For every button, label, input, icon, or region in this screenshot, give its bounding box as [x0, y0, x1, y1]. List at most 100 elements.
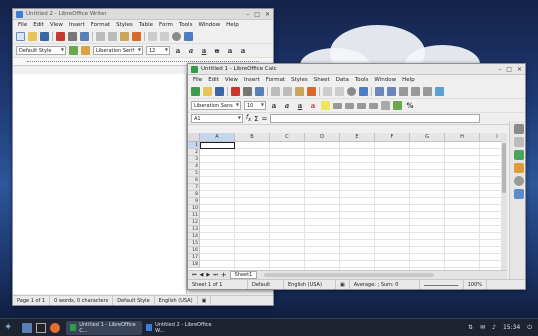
writer-menu-view[interactable]: View — [47, 22, 66, 28]
export-pdf-icon[interactable] — [56, 32, 65, 41]
sort-descending-icon[interactable] — [423, 87, 432, 96]
sum-icon[interactable]: Σ — [254, 115, 258, 123]
bold-icon[interactable]: a — [173, 46, 183, 55]
column-header-i[interactable]: I — [480, 133, 501, 142]
insert-mode-icon[interactable]: ▣ — [198, 296, 212, 305]
function-wizard-icon[interactable]: fx — [246, 114, 251, 123]
close-icon[interactable]: ✕ — [265, 11, 270, 18]
paste-icon[interactable] — [295, 87, 304, 96]
spellcheck-icon[interactable] — [359, 87, 368, 96]
print-icon[interactable] — [68, 32, 77, 41]
terminal-icon[interactable] — [36, 322, 46, 333]
export-pdf-icon[interactable] — [231, 87, 240, 96]
calc-menu-format[interactable]: Format — [263, 77, 288, 83]
spellcheck-icon[interactable] — [184, 32, 193, 41]
writer-menu-file[interactable]: File — [15, 22, 30, 28]
row-header-16[interactable]: 16 — [188, 247, 200, 254]
bold-icon[interactable]: a — [269, 101, 279, 110]
subscript-icon[interactable]: a — [238, 46, 248, 55]
functions-icon[interactable] — [513, 189, 524, 199]
volume-icon[interactable]: ♪ — [492, 324, 496, 331]
active-cell[interactable] — [200, 142, 235, 149]
row-header-9[interactable]: 9 — [188, 198, 200, 205]
row-header-7[interactable]: 7 — [188, 184, 200, 191]
writer-menu-window[interactable]: Window — [195, 22, 223, 28]
save-icon[interactable] — [215, 87, 224, 96]
copy-icon[interactable] — [283, 87, 292, 96]
align-center-icon[interactable] — [345, 102, 354, 109]
calc-menu-data[interactable]: Data — [333, 77, 352, 83]
print-preview-icon[interactable] — [255, 87, 264, 96]
align-left-icon[interactable] — [333, 102, 342, 109]
vertical-scrollbar[interactable] — [501, 133, 507, 270]
mail-icon[interactable]: ✉ — [480, 324, 485, 331]
maximize-icon[interactable]: □ — [506, 66, 512, 73]
find-replace-icon[interactable] — [172, 32, 181, 41]
clone-formatting-icon[interactable] — [307, 87, 316, 96]
zoom-slider[interactable] — [420, 280, 464, 289]
firefox-icon[interactable] — [50, 322, 60, 333]
print-preview-icon[interactable] — [80, 32, 89, 41]
row-header-3[interactable]: 3 — [188, 156, 200, 163]
writer-menu-format[interactable]: Format — [88, 22, 113, 28]
font-size-select[interactable]: 12 ▼ — [146, 46, 170, 55]
network-icon[interactable]: ⇅ — [468, 324, 473, 331]
new-document-icon[interactable] — [16, 32, 25, 41]
row-header-15[interactable]: 15 — [188, 240, 200, 247]
row-icon[interactable] — [375, 87, 384, 96]
superscript-icon[interactable]: a — [225, 46, 235, 55]
writer-menu-form[interactable]: Form — [156, 22, 176, 28]
update-style-icon[interactable] — [69, 46, 78, 55]
text-language[interactable]: English (USA) — [284, 280, 336, 289]
column-header-c[interactable]: C — [270, 133, 305, 142]
new-style-icon[interactable] — [81, 46, 90, 55]
close-icon[interactable]: ✕ — [517, 66, 522, 73]
cut-icon[interactable] — [271, 87, 280, 96]
paste-icon[interactable] — [120, 32, 129, 41]
merge-cells-icon[interactable] — [381, 101, 390, 110]
paragraph-style-select[interactable]: Default Style ▼ — [16, 46, 66, 55]
name-box[interactable]: A1 ▼ — [191, 114, 243, 123]
page-style[interactable]: Default — [248, 280, 284, 289]
writer-document-page[interactable] — [13, 74, 187, 294]
open-folder-icon[interactable] — [203, 87, 212, 96]
sort-icon[interactable] — [399, 87, 408, 96]
font-name-select[interactable]: Liberation Sans ▼ — [191, 101, 241, 110]
sheet-grid[interactable]: ABCDEFGHI 1 2 3 4 5 6 7 8 9 10 11 12 13 14 15 16 17 18 — [188, 133, 501, 270]
calc-menu-insert[interactable]: Insert — [241, 77, 263, 83]
redo-icon[interactable] — [160, 32, 169, 41]
autofilter-icon[interactable] — [435, 87, 444, 96]
writer-menu-help[interactable]: Help — [223, 22, 242, 28]
row-header-17[interactable]: 17 — [188, 254, 200, 261]
undo-icon[interactable] — [323, 87, 332, 96]
formula-icon[interactable]: = — [262, 115, 268, 123]
properties-icon[interactable] — [513, 124, 524, 134]
font-size-select[interactable]: 10 ▼ — [244, 101, 266, 110]
cut-icon[interactable] — [96, 32, 105, 41]
styles-icon[interactable] — [513, 137, 524, 147]
column-header-e[interactable]: E — [340, 133, 375, 142]
writer-menu-edit[interactable]: Edit — [30, 22, 47, 28]
redo-icon[interactable] — [335, 87, 344, 96]
print-icon[interactable] — [243, 87, 252, 96]
font-name-select[interactable]: Liberation Serif ▼ — [93, 46, 143, 55]
undo-icon[interactable] — [148, 32, 157, 41]
row-header-6[interactable]: 6 — [188, 177, 200, 184]
new-spreadsheet-icon[interactable] — [191, 87, 200, 96]
insert-mode-icon[interactable]: ▣ — [336, 280, 350, 289]
writer-menu-table[interactable]: Table — [136, 22, 156, 28]
save-icon[interactable] — [40, 32, 49, 41]
underline-icon[interactable]: a — [295, 101, 305, 110]
column-header-a[interactable]: A — [200, 133, 235, 142]
column-icon[interactable] — [387, 87, 396, 96]
prev-sheet-icon[interactable]: ◀ — [200, 272, 204, 278]
gallery-icon[interactable] — [513, 150, 524, 160]
formula-input[interactable] — [270, 114, 481, 123]
column-header-g[interactable]: G — [410, 133, 445, 142]
horizontal-scrollbar[interactable] — [264, 273, 435, 277]
taskbar-item-writer[interactable]: Untitled 2 - LibreOffice W... — [142, 321, 218, 335]
calc-titlebar[interactable]: Untitled 1 - LibreOffice Calc – □ ✕ — [188, 64, 525, 75]
row-header-1[interactable]: 1 — [188, 142, 200, 149]
next-sheet-icon[interactable]: ▶ — [206, 272, 210, 278]
calc-menu-view[interactable]: View — [222, 77, 241, 83]
